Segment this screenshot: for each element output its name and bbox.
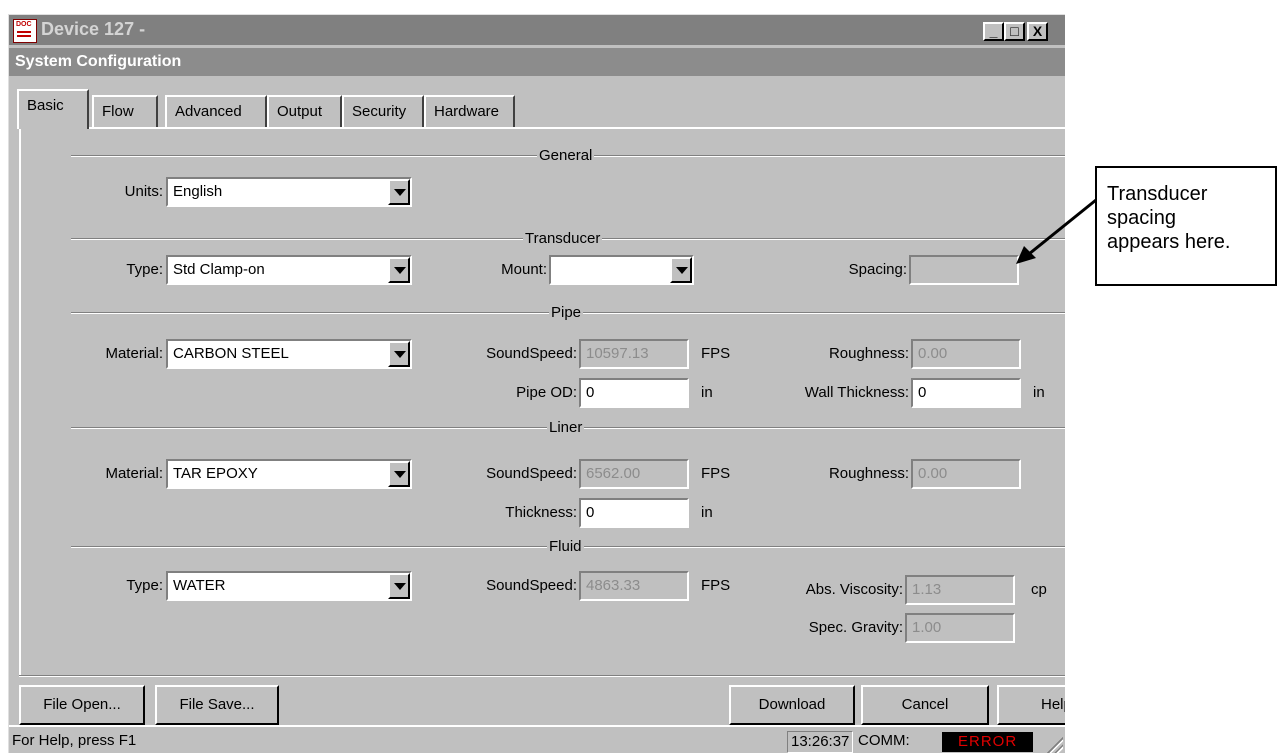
close-button[interactable]: X [1027,22,1048,41]
liner-material-dropdown[interactable]: TAR EPOXY [166,459,412,489]
spacing-field[interactable] [909,255,1019,285]
file-open-button[interactable]: File Open... [19,685,145,725]
tab-output[interactable]: Output [267,95,342,128]
abs-viscosity-label: Abs. Viscosity: [805,581,903,598]
wall-thickness-value: 0 [918,384,927,401]
spec-gravity-field[interactable]: 1.00 [905,613,1015,643]
resize-grip-icon[interactable] [1047,737,1063,753]
fluid-soundspeed-label: SoundSpeed: [486,577,577,594]
fluid-type-value: WATER [173,577,226,594]
fluid-soundspeed-field[interactable]: 4863.33 [579,571,689,601]
chevron-down-icon[interactable] [670,257,692,283]
units-value: English [173,183,223,200]
chevron-down-icon[interactable] [388,341,410,367]
pipe-material-label: Material: [105,345,163,362]
liner-soundspeed-field[interactable]: 6562.00 [579,459,689,489]
spec-gravity-value: 1.00 [912,619,942,636]
pipe-od-label: Pipe OD: [516,384,577,401]
window-title: Device 127 - [41,19,146,39]
abs-viscosity-unit: cp [1031,581,1047,598]
pipe-soundspeed-label: SoundSpeed: [486,345,577,362]
transducer-type-dropdown[interactable]: Std Clamp-on [166,255,412,285]
pipe-roughness-field[interactable]: 0.00 [911,339,1021,369]
callout-text: Transducer spacing appears here. [1107,183,1231,253]
liner-material-value: TAR EPOXY [173,465,258,482]
wall-thickness-label: Wall Thickness: [804,384,909,401]
pipe-soundspeed-value: 10597.13 [586,345,649,362]
status-help-text: For Help, press F1 [12,732,137,749]
liner-thickness-field[interactable]: 0 [579,498,689,528]
spec-gravity-label: Spec. Gravity: [808,619,903,636]
pipe-od-unit: in [701,384,713,401]
liner-soundspeed-label: SoundSpeed: [486,465,577,482]
mount-dropdown[interactable] [549,255,694,285]
fluid-type-dropdown[interactable]: WATER [166,571,412,601]
fluid-type-label: Type: [126,577,163,594]
general-group-label: General [537,147,595,164]
pipe-group-label: Pipe [549,304,584,321]
file-save-button[interactable]: File Save... [155,685,279,725]
pipe-od-field[interactable]: 0 [579,378,689,408]
system-configuration-window: DOC Device 127 - _ □ X System Configurat… [8,14,1065,753]
transducer-group-label: Transducer [523,230,603,247]
chevron-down-icon[interactable] [388,179,410,205]
liner-roughness-value: 0.00 [918,465,948,482]
pipe-material-value: CARBON STEEL [173,345,289,362]
liner-material-label: Material: [105,465,163,482]
dialog-title-bar: System Configuration [9,48,1065,76]
dialog-title: System Configuration [15,53,182,70]
chevron-down-icon[interactable] [388,257,410,283]
units-dropdown[interactable]: English [166,177,412,207]
wall-thickness-field[interactable]: 0 [911,378,1021,408]
abs-viscosity-field[interactable]: 1.13 [905,575,1015,605]
tab-advanced[interactable]: Advanced [165,95,267,128]
liner-thickness-value: 0 [586,504,595,521]
button-area-divider [19,675,1065,677]
status-bar: For Help, press F1 13:26:37 COMM: ERROR [9,725,1065,753]
liner-group-label: Liner [547,419,585,436]
app-document-icon[interactable]: DOC [13,19,37,43]
comm-error-badge: ERROR [942,732,1034,752]
chevron-down-icon[interactable] [388,461,410,487]
transducer-type-value: Std Clamp-on [173,261,265,278]
maximize-button[interactable]: □ [1004,22,1025,41]
tab-flow[interactable]: Flow [92,95,158,128]
liner-soundspeed-unit: FPS [701,465,731,482]
liner-soundspeed-value: 6562.00 [586,465,641,482]
pipe-od-value: 0 [586,384,595,401]
liner-thickness-label: Thickness: [505,504,577,521]
liner-roughness-label: Roughness: [828,465,909,482]
tab-security[interactable]: Security [342,95,424,128]
chevron-down-icon[interactable] [388,573,410,599]
tab-hardware[interactable]: Hardware [424,95,515,128]
pipe-material-dropdown[interactable]: CARBON STEEL [166,339,412,369]
minimize-button[interactable]: _ [983,22,1004,41]
mount-label: Mount: [501,261,547,278]
pipe-soundspeed-unit: FPS [701,345,731,362]
liner-roughness-field[interactable]: 0.00 [911,459,1021,489]
fluid-group-label: Fluid [547,538,584,555]
cancel-button[interactable]: Cancel [861,685,989,725]
callout-arrow-icon [1016,198,1097,264]
annotation-callout: Transducer spacing appears here. [1095,166,1277,286]
spacing-label: Spacing: [848,261,907,278]
help-button[interactable]: Help [997,685,1065,725]
status-time: 13:26:37 [787,731,853,753]
status-comm-label: COMM: [858,732,910,749]
fluid-soundspeed-value: 4863.33 [586,577,641,594]
wall-thickness-unit: in [1033,384,1045,401]
download-button[interactable]: Download [729,685,855,725]
liner-thickness-unit: in [701,504,713,521]
abs-viscosity-value: 1.13 [912,581,942,598]
pipe-roughness-value: 0.00 [918,345,948,362]
units-label: Units: [124,183,163,200]
tab-basic[interactable]: Basic [17,89,89,129]
pipe-roughness-label: Roughness: [828,345,909,362]
fluid-soundspeed-unit: FPS [701,577,731,594]
title-bar[interactable]: DOC Device 127 - _ □ X [9,15,1065,45]
transducer-type-label: Type: [126,261,163,278]
pipe-soundspeed-field[interactable]: 10597.13 [579,339,689,369]
